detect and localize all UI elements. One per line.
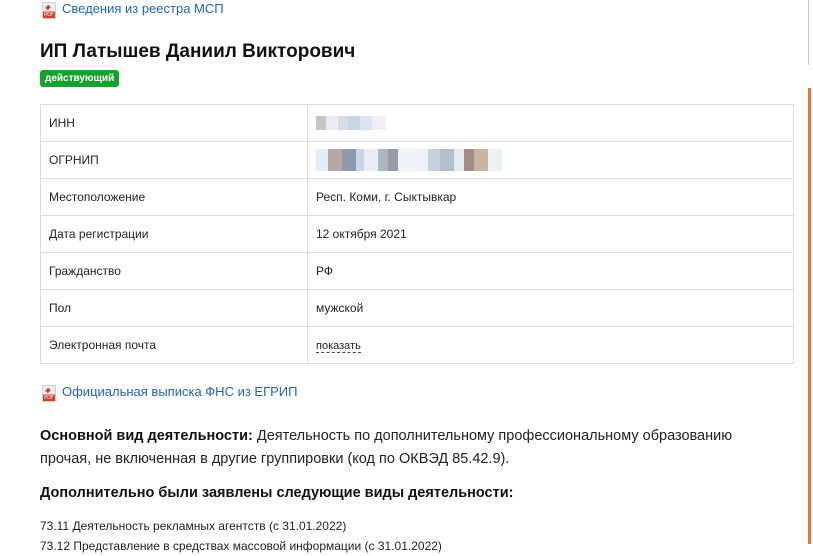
row-value-location: Респ. Коми, г. Сыктывкар — [307, 178, 794, 216]
info-table: ИНН ОГРНИП Местоположение Респ. Коми, г.… — [40, 104, 794, 364]
row-value-inn — [307, 104, 794, 142]
row-label-email: Электронная почта — [40, 326, 308, 364]
additional-activities-list: 73.11 Деятельность рекламных агентств (с… — [40, 516, 442, 556]
row-value-ogrnip — [307, 141, 794, 179]
table-row: Гражданство РФ — [40, 252, 794, 290]
page-accent-bar — [808, 88, 811, 544]
table-row: Электронная почта показать — [40, 326, 794, 364]
row-label-citizenship: Гражданство — [40, 252, 308, 290]
egrip-extract-link[interactable]: Официальная выписка ФНС из ЕГРИП — [62, 384, 297, 399]
table-row: Дата регистрации 12 октября 2021 — [40, 215, 794, 253]
status-badge: действующий — [40, 70, 120, 87]
table-row: ОГРНИП — [40, 141, 794, 179]
main-activity: Основной вид деятельности: Деятельность … — [40, 425, 785, 471]
list-item: 73.12 Представление в средствах массовой… — [40, 539, 442, 553]
redacted-value — [316, 116, 386, 131]
scrollbar-track[interactable] — [808, 0, 809, 65]
page-title: ИП Латышев Даниил Викторович — [40, 41, 356, 62]
table-row: Пол мужской — [40, 289, 794, 327]
row-label-ogrnip: ОГРНИП — [40, 141, 308, 179]
row-label-gender: Пол — [40, 289, 308, 327]
row-value-gender: мужской — [307, 289, 794, 327]
msp-registry-link[interactable]: Сведения из реестра МСП — [62, 1, 224, 16]
redacted-value — [316, 149, 502, 171]
row-value-registration-date: 12 октября 2021 — [307, 215, 794, 253]
row-label-location: Местоположение — [40, 178, 308, 216]
main-activity-label: Основной вид деятельности: — [40, 428, 253, 444]
list-item: 73.11 Деятельность рекламных агентств (с… — [40, 519, 347, 533]
show-email-link[interactable]: показать — [316, 340, 361, 353]
pdf-icon: PDF — [42, 385, 56, 402]
row-label-registration-date: Дата регистрации — [40, 215, 308, 253]
row-value-email: показать — [307, 326, 794, 364]
pdf-icon: PDF — [42, 2, 56, 19]
table-row: ИНН — [40, 104, 794, 142]
row-label-inn: ИНН — [40, 104, 308, 142]
row-value-citizenship: РФ — [307, 252, 794, 290]
table-row: Местоположение Респ. Коми, г. Сыктывкар — [40, 178, 794, 216]
additional-activities-heading: Дополнительно были заявлены следующие ви… — [40, 485, 514, 501]
